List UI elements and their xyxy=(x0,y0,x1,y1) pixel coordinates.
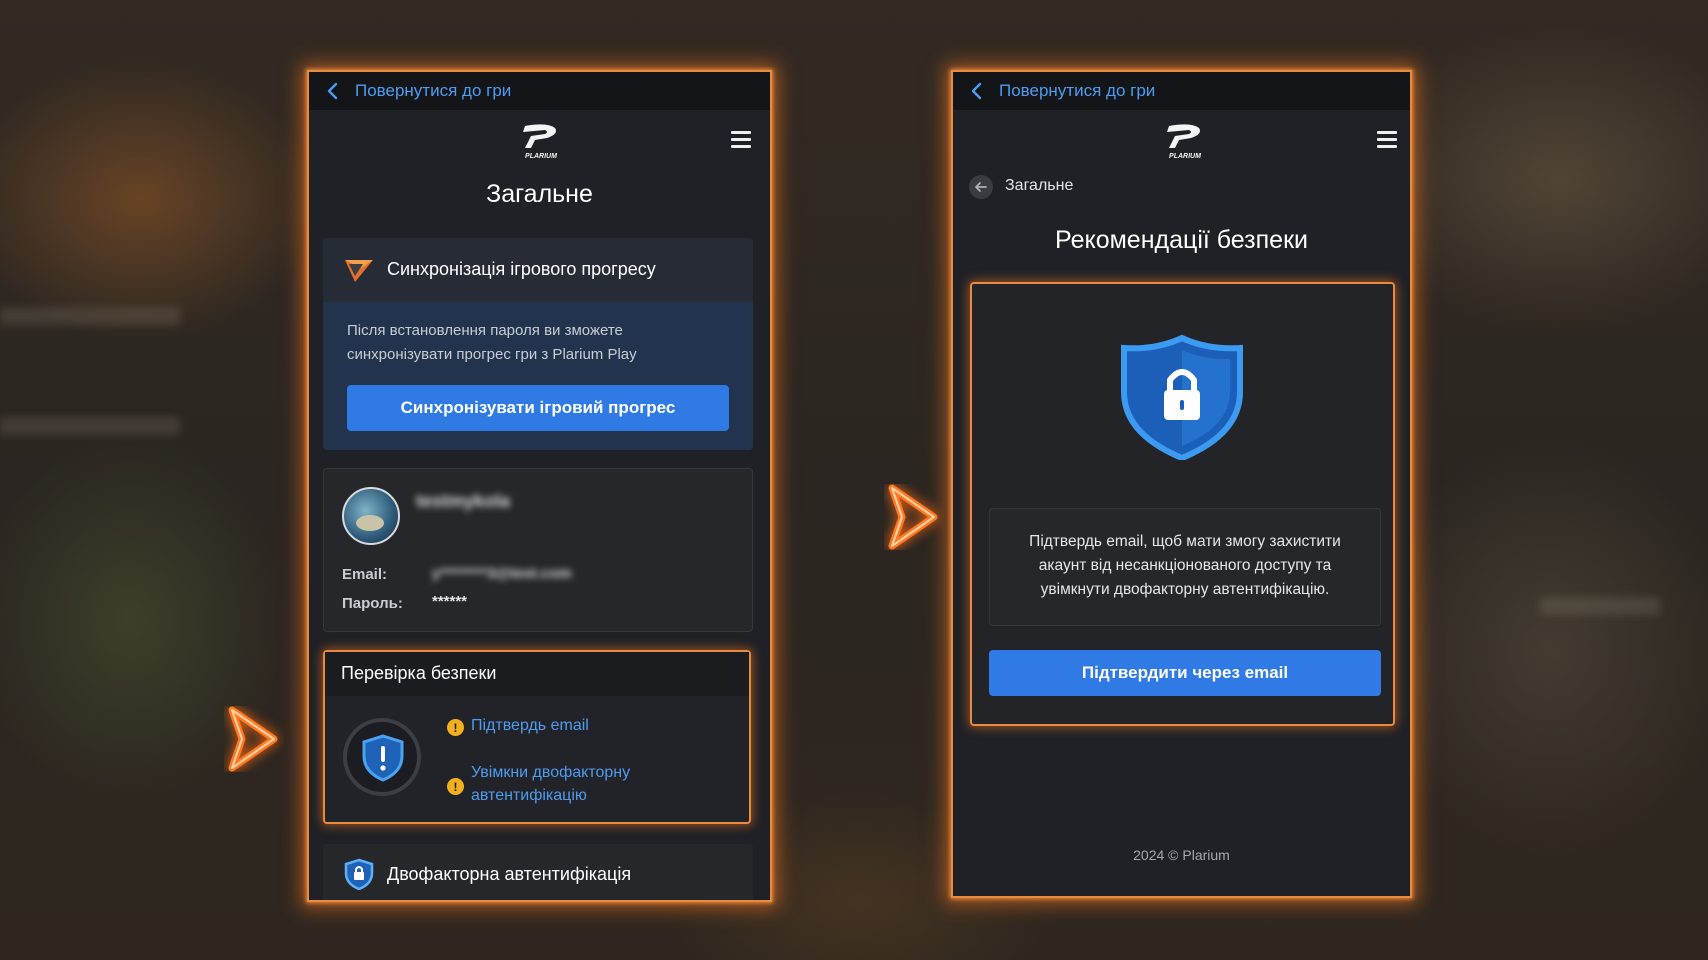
two-factor-title: Двофакторна автентифікація xyxy=(387,864,632,884)
back-to-game-link[interactable]: Повернутися до гри xyxy=(355,81,511,101)
two-factor-card[interactable]: Двофакторна автентифікація xyxy=(323,844,753,900)
warning-icon: ! xyxy=(447,719,464,736)
chevron-right-arrow xyxy=(888,484,938,550)
hamburger-menu-icon[interactable] xyxy=(731,131,751,149)
breadcrumb-general[interactable]: Загальне xyxy=(1005,177,1073,195)
email-label: Email: xyxy=(342,566,388,583)
background-blur-decor: ▬▬▬ xyxy=(0,271,180,338)
sync-description-line2: синхронізувати прогрес гри з Plarium Pla… xyxy=(347,346,637,363)
arrow-left-circle-icon[interactable] xyxy=(969,175,993,199)
hamburger-menu-icon[interactable] xyxy=(1377,131,1397,149)
email-value: y********3@test.com xyxy=(432,565,572,582)
avatar xyxy=(342,487,400,545)
security-card-title: Перевірка безпеки xyxy=(341,663,497,683)
chevron-left-icon[interactable] xyxy=(967,81,987,101)
security-check-card[interactable]: Перевірка безпеки ! Підтвердь email ! Ув… xyxy=(323,650,751,824)
username: testmykola xyxy=(416,491,511,511)
message-line2: акаунт від несанкціонованого доступу та xyxy=(1038,557,1332,574)
plarium-play-icon xyxy=(345,260,373,282)
sync-progress-card: Синхронізація ігрового прогресу Після вс… xyxy=(323,238,753,450)
enable-2fa-link-line2[interactable]: автентифікацію xyxy=(471,787,587,805)
blurred-game-background xyxy=(0,0,1708,960)
enable-2fa-link-line1[interactable]: Увімкни двофакторну xyxy=(471,764,630,782)
plarium-logo: PLARIUM xyxy=(523,124,557,160)
plarium-logo: PLARIUM xyxy=(1167,124,1201,160)
back-to-game-link[interactable]: Повернутися до гри xyxy=(999,81,1155,101)
message-line3: увімкнути двофакторну автентифікацію. xyxy=(1040,581,1330,598)
right-phone-panel: Повернутися до гри PLARIUM Загальне Реко… xyxy=(951,70,1412,898)
confirm-via-email-button[interactable]: Підтвердити через email xyxy=(989,650,1381,696)
shield-lock-icon xyxy=(344,858,374,890)
top-bar: Повернутися до гри xyxy=(953,72,1410,110)
svg-text:PLARIUM: PLARIUM xyxy=(525,153,557,160)
confirm-email-link[interactable]: Підтвердь email xyxy=(471,717,589,735)
sync-card-title: Синхронізація ігрового прогресу xyxy=(387,259,656,279)
security-recommendation-card: Підтвердь email, щоб мати змогу захистит… xyxy=(970,282,1395,726)
left-phone-panel: Повернутися до гри PLARIUM Загальне Синх… xyxy=(307,70,772,902)
background-blur-decor: ▬▬▬ xyxy=(0,381,180,448)
warning-icon: ! xyxy=(447,778,464,795)
message-box: Підтвердь email, щоб мати змогу захистит… xyxy=(989,508,1381,626)
sync-description-line1: Після встановлення пароля ви зможете xyxy=(347,322,623,339)
shield-exclamation-icon xyxy=(343,718,421,796)
account-info-card: testmykola Email: y********3@test.com Па… xyxy=(323,468,753,632)
password-value: ****** xyxy=(432,593,468,610)
password-label: Пароль: xyxy=(342,595,403,612)
svg-text:PLARIUM: PLARIUM xyxy=(1169,153,1201,160)
background-blur-decor: ▬▬ xyxy=(1540,561,1660,628)
chevron-left-icon[interactable] xyxy=(323,81,343,101)
page-title: Загальне xyxy=(486,180,593,208)
chevron-right-arrow xyxy=(228,706,278,772)
shield-lock-icon xyxy=(1121,334,1243,460)
page-title: Рекомендації безпеки xyxy=(1055,226,1308,254)
footer-copyright: 2024 © Plarium xyxy=(1133,847,1230,863)
message-line1: Підтвердь email, щоб мати змогу захистит… xyxy=(1029,533,1341,550)
sync-progress-button[interactable]: Синхронізувати ігровий прогрес xyxy=(347,385,729,431)
top-bar: Повернутися до гри xyxy=(309,72,770,110)
